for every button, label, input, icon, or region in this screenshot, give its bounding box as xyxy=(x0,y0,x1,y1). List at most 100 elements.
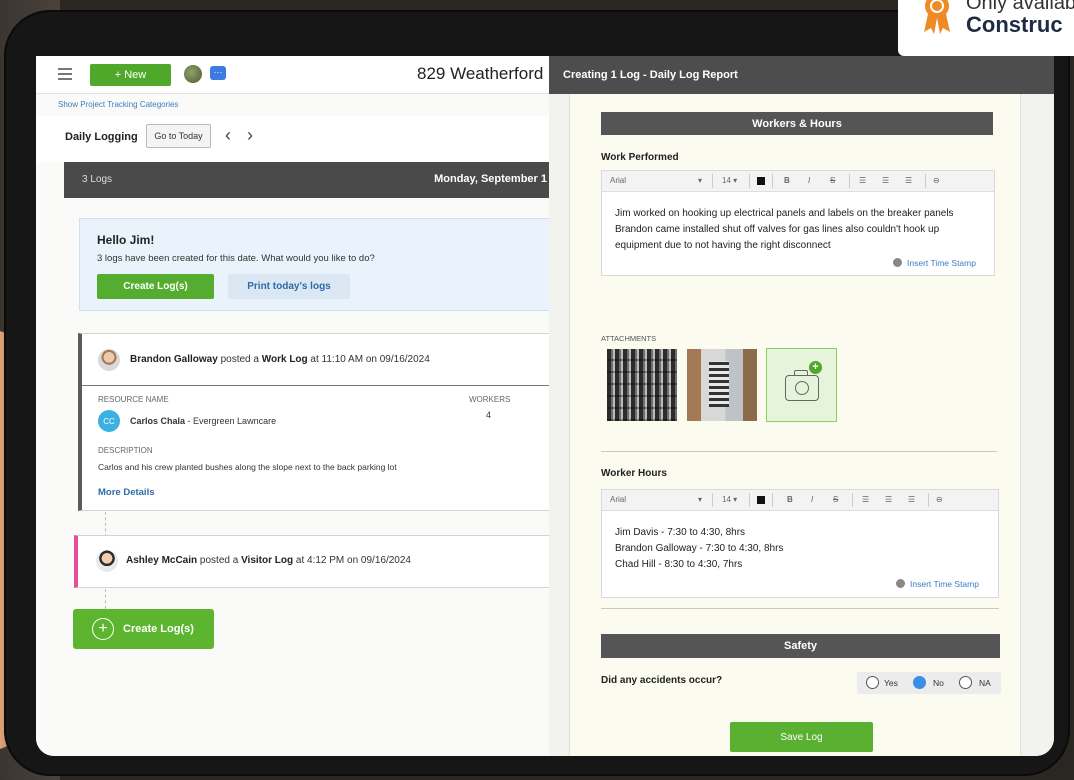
link-icon[interactable]: ⊖ xyxy=(936,495,943,504)
bullet-list-icon[interactable]: ☰ xyxy=(882,176,889,185)
tablet-device: + New ··· 829 Weatherford Show Project T… xyxy=(4,10,1070,776)
modal-body: Workers & Hours Work Performed Arial ▾ 1… xyxy=(569,94,1021,756)
camera-icon xyxy=(785,375,819,401)
resource-company: - Evergreen Lawncare xyxy=(185,416,277,426)
toolbar-divider xyxy=(928,493,929,507)
plus-icon: + xyxy=(809,361,822,374)
go-to-today-button[interactable]: Go to Today xyxy=(146,124,211,148)
work-log-posted-line: Brandon Galloway posted a Work Log at 11… xyxy=(130,354,430,365)
work-performed-line: Jim worked on hooking up electrical pane… xyxy=(615,208,954,219)
clock-icon xyxy=(896,579,905,588)
screen: + New ··· 829 Weatherford Show Project T… xyxy=(36,56,1054,756)
bold-icon[interactable]: B xyxy=(784,176,790,185)
text-color-icon[interactable] xyxy=(757,177,765,185)
radio-yes[interactable] xyxy=(866,676,879,689)
award-ribbon-icon xyxy=(924,0,950,34)
modal-title: Creating 1 Log - Daily Log Report xyxy=(563,69,738,81)
posted-a-text: posted a xyxy=(197,555,242,566)
radio-na-label: NA xyxy=(979,678,991,688)
poster-name: Ashley McCain xyxy=(126,555,198,566)
accidents-question: Did any accidents occur? xyxy=(601,675,723,686)
visitor-log-card[interactable]: Ashley McCain posted a Visitor Log at 4:… xyxy=(74,535,549,588)
menu-icon[interactable] xyxy=(58,68,72,80)
daily-log-report-modal: Creating 1 Log - Daily Log Report Worker… xyxy=(549,56,1054,756)
attachments-label: ATTACHMENTS xyxy=(601,334,657,343)
attachment-thumbnail[interactable] xyxy=(607,349,677,421)
align-left-icon[interactable]: ☰ xyxy=(859,176,866,185)
log-type: Visitor Log xyxy=(241,555,294,566)
toolbar-divider xyxy=(712,493,713,507)
tracking-categories-link[interactable]: Show Project Tracking Categories xyxy=(58,100,179,109)
editor-toolbar: Arial ▾ 14 ▾ B I S ☰ ☰ ☰ ⊖ xyxy=(602,171,994,192)
font-size-select[interactable]: 14 ▾ xyxy=(722,495,737,504)
font-select[interactable]: Arial xyxy=(610,495,626,504)
font-select[interactable]: Arial xyxy=(610,176,626,185)
accidents-radio-group: Yes No NA xyxy=(857,672,1001,694)
create-logs-button[interactable]: Create Log(s) xyxy=(97,274,214,299)
add-photo-button[interactable]: + xyxy=(766,348,837,422)
resource-name-label: RESOURCE NAME xyxy=(98,395,169,404)
posted-at: at 11:10 AM on 09/16/2024 xyxy=(307,354,430,365)
chevron-down-icon[interactable]: ▾ xyxy=(698,495,702,504)
save-log-button[interactable]: Save Log xyxy=(730,722,873,752)
insert-time-stamp-link[interactable]: Insert Time Stamp xyxy=(896,579,979,589)
project-title: 829 Weatherford xyxy=(417,64,544,83)
resource-avatar: CC xyxy=(98,410,120,432)
link-icon[interactable]: ⊖ xyxy=(933,176,940,185)
new-button[interactable]: + New xyxy=(90,64,171,86)
date-header-bar: 3 Logs Monday, September 1 xyxy=(64,162,549,198)
toolbar-divider xyxy=(852,493,853,507)
plus-circle-icon: + xyxy=(92,618,114,640)
log-type: Work Log xyxy=(261,354,308,365)
greeting-message: 3 logs have been created for this date. … xyxy=(97,253,375,264)
radio-no-label: No xyxy=(933,678,944,688)
poster-name: Brandon Galloway xyxy=(130,354,218,365)
create-logs-bottom-button[interactable]: + Create Log(s) xyxy=(73,609,214,649)
work-performed-line: Brandon came installed shut off valves f… xyxy=(615,224,940,235)
numbered-list-icon[interactable]: ☰ xyxy=(905,176,912,185)
clock-icon xyxy=(893,258,902,267)
print-logs-button[interactable]: Print today's logs xyxy=(228,274,350,299)
bullet-list-icon[interactable]: ☰ xyxy=(885,495,892,504)
chevron-left-icon[interactable]: ‹ xyxy=(225,126,231,144)
strikethrough-icon[interactable]: S xyxy=(830,176,835,185)
toolbar-divider xyxy=(712,174,713,188)
editor-toolbar: Arial ▾ 14 ▾ B I S ☰ ☰ ☰ ⊖ xyxy=(602,490,998,511)
align-left-icon[interactable]: ☰ xyxy=(862,495,869,504)
date-label: Monday, September 1 xyxy=(434,173,547,185)
font-size-select[interactable]: 14 ▾ xyxy=(722,176,737,185)
resource-person: Carlos Chala xyxy=(130,416,186,426)
toolbar-divider xyxy=(849,174,850,188)
insert-time-stamp-link[interactable]: Insert Time Stamp xyxy=(893,258,976,268)
chevron-right-icon[interactable]: › xyxy=(247,126,253,144)
visitor-log-posted-line: Ashley McCain posted a Visitor Log at 4:… xyxy=(126,555,411,566)
posted-at: at 4:12 PM on 09/16/2024 xyxy=(293,555,411,566)
text-color-icon[interactable] xyxy=(757,496,765,504)
bold-icon[interactable]: B xyxy=(787,495,793,504)
description-text: Carlos and his crew planted bushes along… xyxy=(98,462,397,472)
avatar xyxy=(96,550,118,572)
workers-label: WORKERS xyxy=(469,395,511,404)
attachment-thumbnail[interactable] xyxy=(687,349,757,421)
user-avatar[interactable] xyxy=(184,65,202,83)
worker-hours-line: Jim Davis - 7:30 to 4:30, 8hrs xyxy=(615,527,746,538)
italic-icon[interactable]: I xyxy=(808,176,810,185)
chat-icon[interactable]: ··· xyxy=(210,66,226,80)
radio-na[interactable] xyxy=(959,676,972,689)
worker-hours-editor[interactable]: Arial ▾ 14 ▾ B I S ☰ ☰ ☰ ⊖ Jim Davis - 7… xyxy=(601,489,999,598)
create-logs-label: Create Log(s) xyxy=(123,623,194,635)
toolbar-divider xyxy=(772,493,773,507)
worker-hours-label: Worker Hours xyxy=(601,468,667,479)
chevron-down-icon[interactable]: ▾ xyxy=(698,176,702,185)
numbered-list-icon[interactable]: ☰ xyxy=(908,495,915,504)
work-log-card[interactable]: Brandon Galloway posted a Work Log at 11… xyxy=(78,333,549,511)
worker-hours-line: Chad Hill - 8:30 to 4:30, 7hrs xyxy=(615,559,743,570)
timeline-connector xyxy=(105,589,106,609)
modal-header: Creating 1 Log - Daily Log Report xyxy=(549,56,1054,94)
radio-no[interactable] xyxy=(913,676,926,689)
work-performed-editor[interactable]: Arial ▾ 14 ▾ B I S ☰ ☰ ☰ ⊖ Jim worked on… xyxy=(601,170,995,276)
strikethrough-icon[interactable]: S xyxy=(833,495,838,504)
toolbar-divider xyxy=(772,174,773,188)
more-details-link[interactable]: More Details xyxy=(98,487,155,498)
italic-icon[interactable]: I xyxy=(811,495,813,504)
